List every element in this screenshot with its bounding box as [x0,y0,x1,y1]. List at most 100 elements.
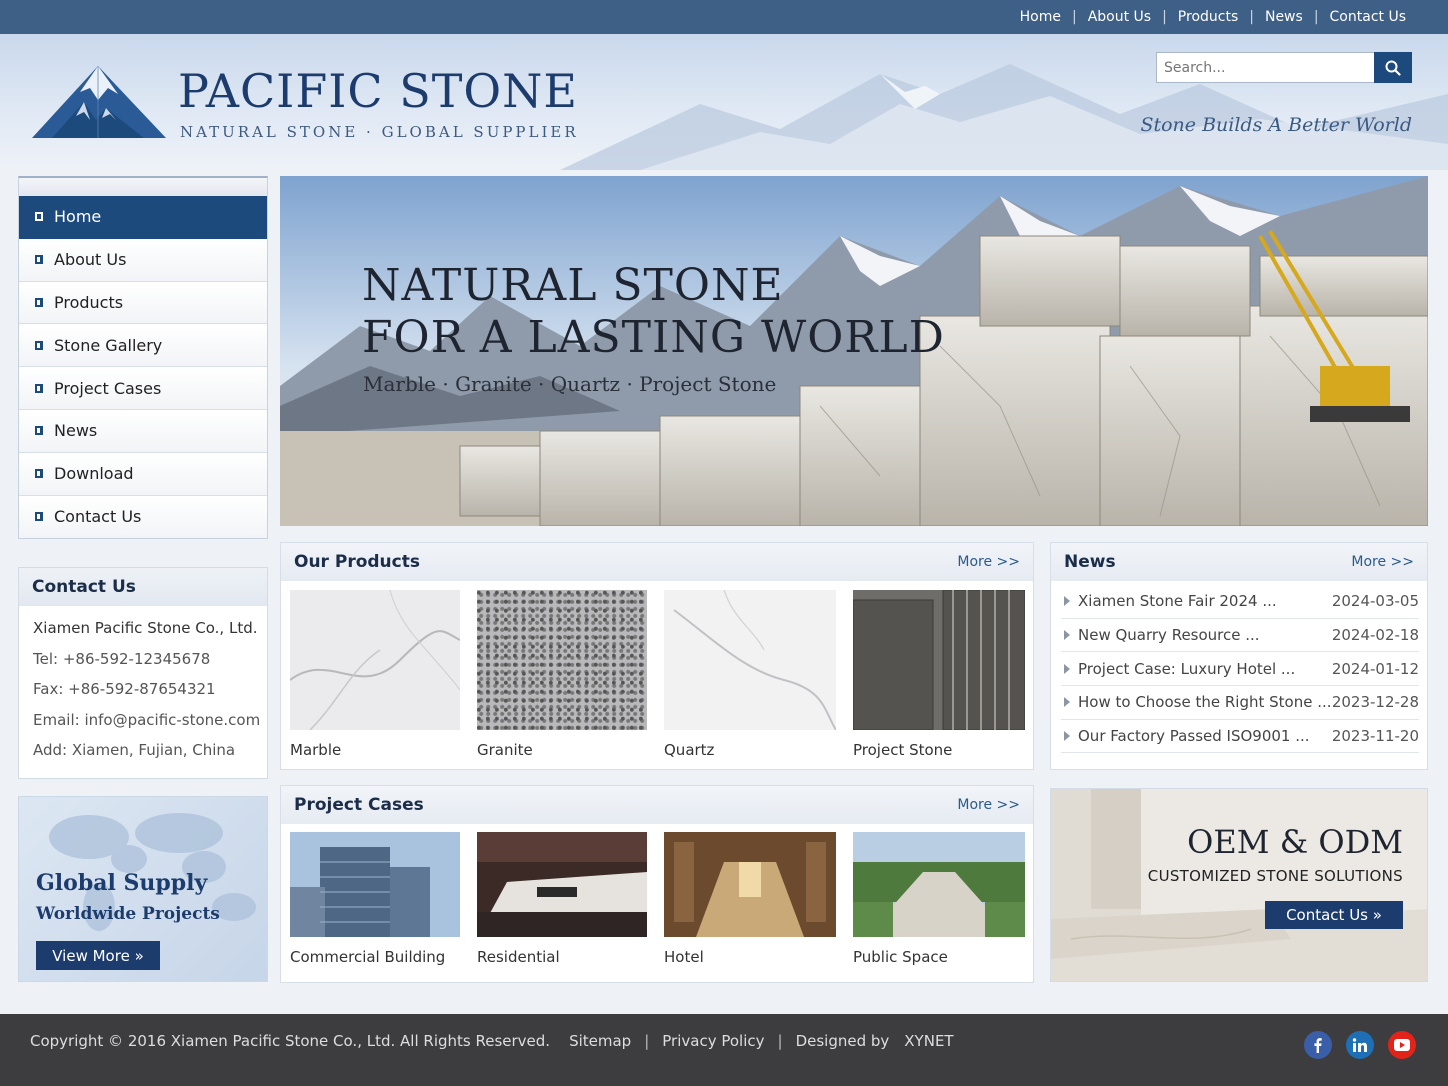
sidebar-item-stone-gallery[interactable]: Stone Gallery [19,324,267,368]
oem-odm-promo: OEM & ODM CUSTOMIZED STONE SOLUTIONS Con… [1050,788,1428,982]
linkedin-icon[interactable] [1346,1031,1374,1059]
brand-name: PACIFIC STONE [178,64,578,118]
news-more-link[interactable]: More >> [1351,554,1414,570]
square-bullet-icon [35,297,43,307]
topnav-separator: | [1162,9,1167,25]
project-caption: Commercial Building [290,948,446,966]
news-title: News [1064,552,1116,572]
site-header: PACIFIC STONE NATURAL STONE · GLOBAL SUP… [0,34,1448,170]
sidebar-item-label: Project Cases [54,378,162,398]
search-icon [1385,60,1401,76]
topnav-products[interactable]: Products [1178,9,1238,25]
contact-box: Contact Us Xiamen Pacific Stone Co., Ltd… [18,567,268,779]
banner-headline: NATURAL STONE FOR A LASTING WORLD [362,260,945,364]
topnav-home[interactable]: Home [1020,9,1061,25]
square-bullet-icon [35,469,43,479]
top-nav: Home | About Us | Products | News | Cont… [1020,0,1406,34]
granite-image [477,590,647,730]
news-item[interactable]: New Quarry Resource ... 2024-02-18 [1061,619,1419,653]
project-cases-more-link[interactable]: More >> [957,797,1020,813]
sidebar-item-download[interactable]: Download [19,452,267,496]
project-caption: Hotel [664,948,704,966]
logo-mountain-icon[interactable] [32,62,168,140]
footer-separator: | [644,1032,650,1050]
contact-title: Contact Us [19,568,267,606]
contact-address: Add: Xiamen, Fujian, China [33,741,236,759]
stone-interior-image [1051,789,1427,981]
project-caption: Residential [477,948,560,966]
oem-subtitle: CUSTOMIZED STONE SOLUTIONS [1147,867,1403,885]
news-panel: News More >> Xiamen Stone Fair 2024 ... … [1050,542,1428,770]
social-links [1304,1031,1416,1059]
sidebar-item-project-cases[interactable]: Project Cases [19,367,267,410]
topnav-contact[interactable]: Contact Us [1330,9,1406,25]
contact-company: Xiamen Pacific Stone Co., Ltd. [33,619,258,637]
square-bullet-icon [35,212,43,222]
footer-copyright: Copyright © 2016 Xiamen Pacific Stone Co… [30,1032,551,1050]
news-item-title: How to Choose the Right Stone ... [1078,693,1332,712]
hero-banner: NATURAL STONE FOR A LASTING WORLD Marble… [280,176,1428,526]
sidebar-item-about[interactable]: About Us [19,238,267,282]
sidebar-item-label: Products [54,292,124,312]
project-cases-panel: Project Cases More >> Commercial Buildin… [280,785,1034,983]
news-item-date: 2023-11-20 [1331,727,1419,746]
search-button[interactable] [1374,52,1412,83]
sidebar-item-label: Download [54,464,134,484]
news-item-date: 2024-03-05 [1331,592,1419,611]
news-item-date: 2023-12-28 [1331,693,1419,712]
contact-email[interactable]: Email: info@pacific-stone.com [33,710,267,741]
sidebar-item-label: Home [54,207,102,227]
oem-title: OEM & ODM [1187,823,1403,861]
banner-headline-line1: NATURAL STONE [362,260,784,311]
news-item-title: Our Factory Passed ISO9001 ... [1078,727,1310,746]
topnav-about[interactable]: About Us [1088,9,1151,25]
sidebar-item-contact[interactable]: Contact Us [19,495,267,539]
sidebar-item-products[interactable]: Products [19,281,267,325]
youtube-icon[interactable] [1388,1031,1416,1059]
footer-designed-by: Designed by [795,1032,890,1050]
square-bullet-icon [35,340,43,350]
product-caption: Granite [477,741,533,759]
news-item-date: 2024-02-18 [1331,626,1419,645]
triangle-bullet-icon [1064,663,1070,674]
oem-contact-button[interactable]: Contact Us » [1265,901,1403,929]
triangle-bullet-icon [1064,630,1070,641]
residential-image [477,832,647,937]
facebook-icon[interactable] [1304,1031,1332,1059]
topnav-separator: | [1071,9,1077,25]
product-caption: Marble [290,741,342,759]
news-item[interactable]: Project Case: Luxury Hotel ... 2024-01-1… [1061,652,1419,687]
square-bullet-icon [35,255,43,265]
footer-privacy-link[interactable]: Privacy Policy [662,1032,764,1050]
banner-headline-line2: FOR A LASTING WORLD [362,312,945,363]
project-stone-image [853,590,1025,730]
products-title: Our Products [294,552,420,572]
search-input[interactable] [1156,52,1374,83]
commercial-building-image [290,832,460,937]
global-supply-title: Global Supply [36,870,208,896]
footer-separator: | [777,1032,783,1050]
news-item-title: Project Case: Luxury Hotel ... [1078,659,1296,678]
sidebar-item-news[interactable]: News [19,409,267,453]
product-caption: Project Stone [853,741,953,759]
search-box [1156,52,1412,83]
news-item[interactable]: Our Factory Passed ISO9001 ... 2023-11-2… [1061,720,1419,754]
top-bar: Home | About Us | Products | News | Cont… [0,0,1448,34]
triangle-bullet-icon [1064,697,1070,708]
sidebar-item-label: Contact Us [54,507,142,527]
sidebar-item-label: Stone Gallery [54,335,163,355]
footer-sitemap-link[interactable]: Sitemap [569,1032,631,1050]
sidebar-item-home[interactable]: Home [19,196,267,239]
square-bullet-icon [35,512,43,522]
sidebar-nav-header [19,178,267,196]
site-footer: Copyright © 2016 Xiamen Pacific Stone Co… [0,1014,1448,1086]
footer-designer-link[interactable]: XYNET [904,1032,953,1050]
topnav-news[interactable]: News [1265,9,1303,25]
news-item-date: 2024-01-12 [1331,659,1419,678]
contact-fax: Fax: +86-592-87654321 [33,680,216,698]
news-item[interactable]: How to Choose the Right Stone ... 2023-1… [1061,686,1419,720]
global-supply-promo: Global Supply Worldwide Projects View Mo… [18,796,268,982]
products-more-link[interactable]: More >> [957,554,1020,570]
news-item[interactable]: Xiamen Stone Fair 2024 ... 2024-03-05 [1061,585,1419,619]
view-more-button[interactable]: View More » [36,941,160,970]
